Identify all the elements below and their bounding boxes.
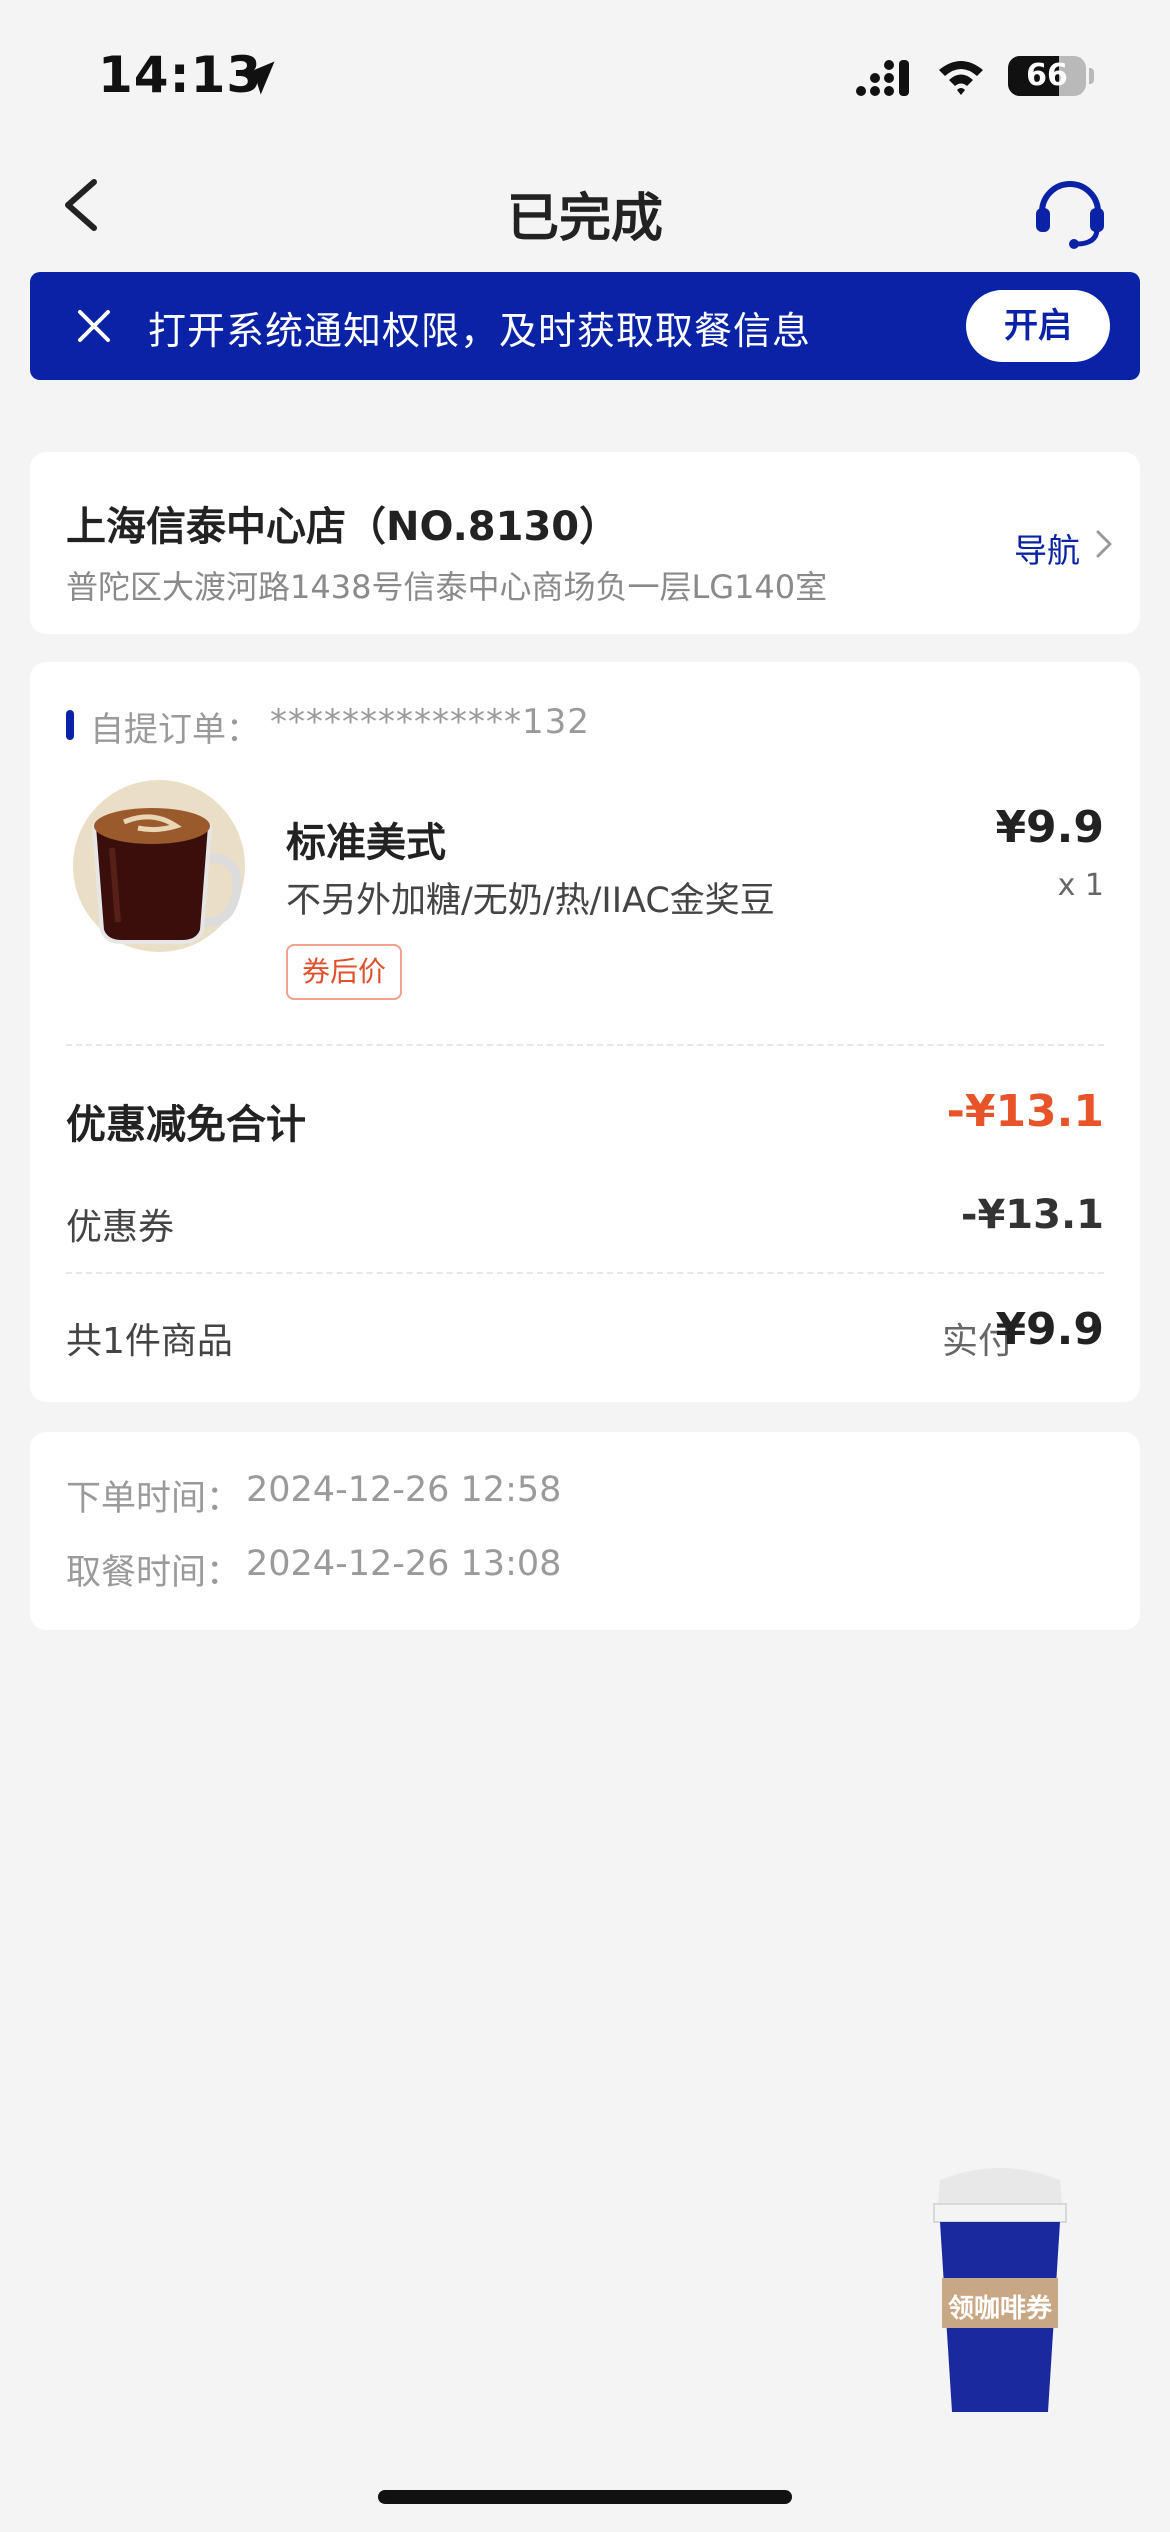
items-count: 共1件商品 bbox=[66, 1321, 233, 1362]
battery-tip bbox=[1089, 68, 1094, 84]
order-time-value: 2024-12-26 12:58 bbox=[246, 1470, 562, 1510]
order-detail-page: 14:13 66 已完成 打开系统通知权限，及时获取取餐信息 开启 上海信泰中心… bbox=[0, 0, 1170, 2532]
paid-amount: ¥9.9 bbox=[995, 1304, 1104, 1355]
pickup-time-label: 取餐时间： bbox=[66, 1553, 242, 1593]
order-card: 自提订单： **************132 标准美式 不另外加糖/无奶/热/… bbox=[30, 662, 1140, 1402]
coupon-price-tag: 券后价 bbox=[286, 944, 403, 1000]
status-bar: 14:13 66 bbox=[0, 0, 1170, 150]
coupon-label: 优惠券 bbox=[66, 1207, 175, 1248]
product-spec: 不另外加糖/无奶/热/IIAC金奖豆 bbox=[286, 881, 775, 921]
location-arrow-icon bbox=[241, 61, 275, 95]
discount-total-value: -¥13.1 bbox=[946, 1086, 1104, 1137]
chevron-right-icon[interactable] bbox=[1090, 526, 1118, 562]
coupon-float-label: 领咖啡券 bbox=[947, 2294, 1052, 2324]
store-address: 普陀区大渡河路1438号信泰中心商场负一层LG140室 bbox=[66, 568, 828, 606]
product-quantity: x 1 bbox=[1057, 868, 1104, 903]
order-type-label: 自提订单： bbox=[90, 710, 260, 750]
wifi-icon bbox=[939, 61, 983, 95]
order-time-label: 下单时间： bbox=[66, 1479, 242, 1519]
pickup-time-value: 2024-12-26 13:08 bbox=[246, 1544, 562, 1584]
order-label-accent bbox=[66, 710, 74, 740]
battery-percent: 66 bbox=[1026, 58, 1068, 93]
close-icon[interactable] bbox=[70, 302, 118, 350]
navigate-link[interactable]: 导航 bbox=[1014, 524, 1080, 572]
home-indicator bbox=[378, 2490, 792, 2504]
navigation-bar: 已完成 bbox=[0, 150, 1170, 262]
store-name: 上海信泰中心店（NO.8130） bbox=[66, 504, 620, 550]
get-coffee-coupon-button[interactable]: 领咖啡券 bbox=[920, 2160, 1080, 2420]
notification-banner: 打开系统通知权限，及时获取取餐信息 开启 bbox=[30, 272, 1140, 380]
divider bbox=[66, 1044, 1104, 1046]
order-number: **************132 bbox=[270, 702, 590, 742]
coffee-cup-image bbox=[73, 780, 245, 952]
order-time-card: 下单时间： 2024-12-26 12:58 取餐时间： 2024-12-26 … bbox=[30, 1432, 1140, 1630]
discount-total-label: 优惠减免合计 bbox=[66, 1102, 306, 1148]
page-title: 已完成 bbox=[506, 189, 663, 249]
product-price: ¥9.9 bbox=[995, 802, 1104, 853]
coupon-value: -¥13.1 bbox=[960, 1192, 1104, 1238]
banner-message: 打开系统通知权限，及时获取取餐信息 bbox=[148, 309, 812, 353]
cellular-signal-icon bbox=[856, 60, 909, 96]
product-name: 标准美式 bbox=[286, 820, 446, 866]
enable-notifications-button[interactable]: 开启 bbox=[966, 290, 1110, 362]
customer-service-icon[interactable] bbox=[1030, 170, 1110, 250]
battery-indicator: 66 bbox=[1008, 56, 1086, 96]
store-card: 上海信泰中心店（NO.8130） 普陀区大渡河路1438号信泰中心商场负一层LG… bbox=[30, 452, 1140, 634]
divider bbox=[66, 1272, 1104, 1274]
